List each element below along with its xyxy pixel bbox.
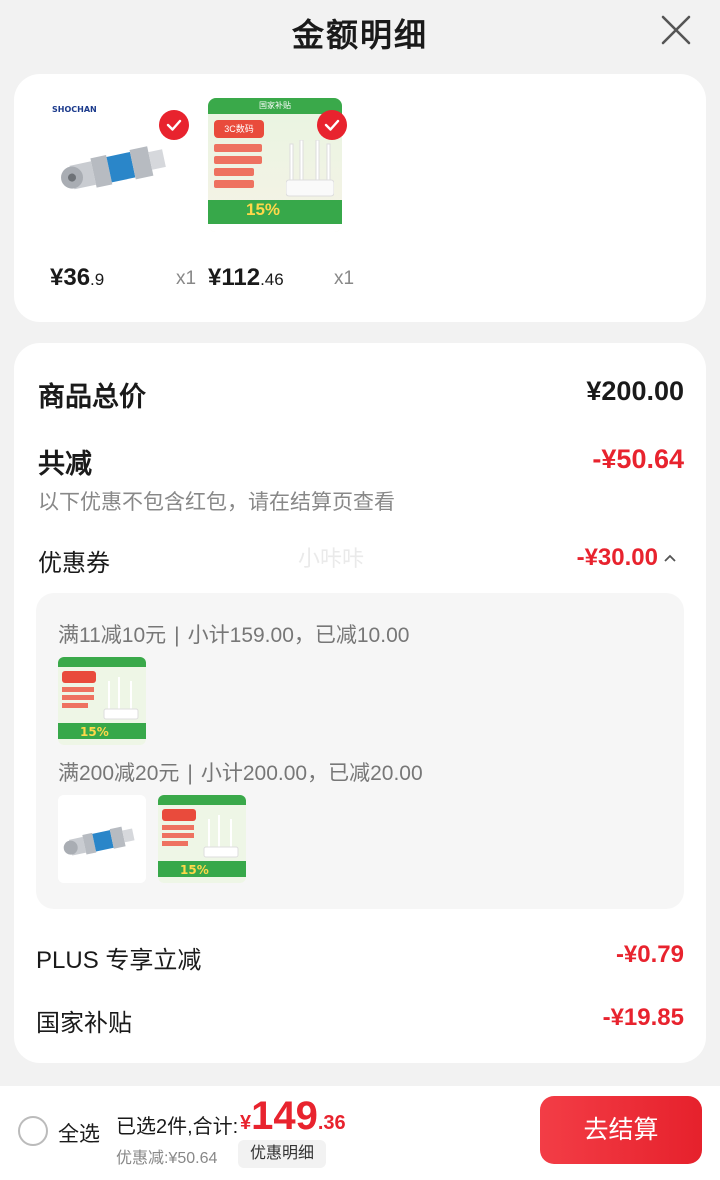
coupon-rule-title: 满11减10元: [58, 624, 167, 647]
product-price: ¥36.9: [50, 264, 105, 291]
coupon-rule: 满200减20元 | 小计200.00，已减20.00: [58, 762, 423, 785]
product-brand-logo: SHOCHAN: [52, 105, 97, 114]
select-all-label[interactable]: 全选: [58, 1118, 100, 1148]
product-item-adapter[interactable]: SHOCHAN ¥36.9 x1: [50, 98, 196, 291]
selected-check-icon[interactable]: [317, 110, 347, 140]
gov-subsidy-label: 国家补贴: [36, 1010, 132, 1037]
total-price-label: 商品总价: [38, 382, 146, 412]
checkout-bar: 全选 已选2件,合计: ¥149.36 优惠减:¥50.64 优惠明细 去结算: [0, 1086, 720, 1180]
product-item-router[interactable]: 国家补贴 3C数码 15% ¥112.46 x1: [208, 98, 354, 291]
discount-detail-button[interactable]: 优惠明细: [238, 1140, 327, 1168]
gov-subsidy-value: -¥19.85: [602, 1004, 684, 1031]
coupon-breakdown: 满11减10元 | 小计159.00，已减10.00 15% 满200减20元 | 小计…: [36, 593, 684, 909]
coupon-rule-title: 满200减20元: [58, 762, 180, 785]
coupon-product-thumbnail-adapter: [58, 795, 146, 883]
product-quantity: x1: [176, 268, 197, 289]
selected-products-card: SHOCHAN ¥36.9 x1 国家补贴 3C数码 15% ¥112.46 x…: [14, 74, 706, 322]
page-title: 金额明细: [291, 17, 428, 53]
discount-summary: 优惠减:¥50.64: [116, 1150, 218, 1167]
coupon-label: 优惠券: [38, 550, 110, 577]
total-amount: ¥149.36: [240, 1094, 346, 1138]
coupon-value: -¥30.00: [576, 544, 658, 571]
select-all-checkbox[interactable]: [18, 1116, 48, 1146]
checkout-button[interactable]: 去结算: [540, 1096, 702, 1164]
plus-discount-value: -¥0.79: [615, 941, 684, 968]
coupon-rule-subtotal: 小计159.00，已减10.00: [187, 624, 410, 647]
coupon-product-thumbnail-router: 15%: [58, 657, 146, 745]
reduction-note: 以下优惠不包含红包，请在结算页查看: [38, 491, 395, 514]
total-reduction-value: -¥50.64: [592, 444, 684, 474]
total-price-value: ¥200.00: [586, 376, 684, 406]
selected-check-icon[interactable]: [159, 110, 189, 140]
close-icon[interactable]: [660, 14, 692, 46]
total-reduction-label: 共减: [38, 449, 92, 479]
header: 金额明细: [0, 0, 720, 64]
chevron-up-icon: [664, 554, 676, 562]
svg-text:15%: 15%: [180, 863, 209, 877]
coupon-rule: 满11减10元 | 小计159.00，已减10.00: [58, 624, 410, 647]
product-quantity: x1: [334, 268, 355, 289]
product-price: ¥112.46: [208, 264, 284, 291]
selected-summary: 已选2件,合计:: [116, 1116, 239, 1138]
svg-text:15%: 15%: [80, 725, 109, 739]
plus-discount-label: PLUS 专享立减: [36, 947, 202, 974]
coupon-product-thumbnail-router: 15%: [158, 795, 246, 883]
watermark: 小咔咔: [298, 546, 365, 571]
price-details-card: 商品总价 ¥200.00 共减 -¥50.64 以下优惠不包含红包，请在结算页查…: [14, 343, 706, 1063]
coupon-toggle[interactable]: -¥30.00: [577, 544, 678, 572]
coupon-rule-subtotal: 小计200.00，已减20.00: [200, 762, 423, 785]
